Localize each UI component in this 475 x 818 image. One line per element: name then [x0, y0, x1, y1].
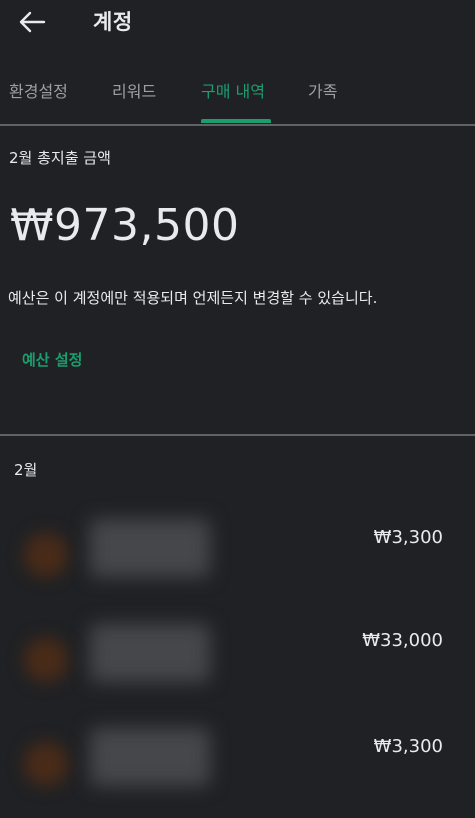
budget-note: 예산은 이 계정에만 적용되며 언제든지 변경할 수 있습니다.	[8, 289, 378, 307]
purchase-row[interactable]: ₩33,000	[0, 610, 475, 700]
top-app-bar: 계정	[0, 0, 475, 48]
purchase-month-label: 2월	[14, 461, 38, 479]
app-icon	[24, 742, 68, 786]
page-title: 계정	[93, 10, 133, 34]
redacted-item-name	[90, 624, 210, 682]
purchase-row[interactable]: ₩3,300	[0, 716, 475, 806]
monthly-spend-amount: ₩973,500	[10, 200, 240, 251]
arrow-back-icon[interactable]	[16, 8, 48, 36]
set-budget-button[interactable]: 예산 설정	[22, 349, 82, 370]
tab-purchase-history[interactable]: 구매 내역	[201, 78, 265, 102]
tab-preferences[interactable]: 환경설정	[9, 78, 68, 102]
redacted-item-name	[90, 519, 210, 577]
purchase-price: ₩3,300	[373, 736, 443, 757]
purchase-price: ₩33,000	[362, 630, 443, 651]
purchase-row[interactable]: ₩3,300	[0, 505, 475, 595]
app-icon	[24, 638, 68, 682]
tab-family[interactable]: 가족	[308, 78, 337, 102]
tab-bar: 환경설정 리워드 구매 내역 가족	[0, 72, 475, 126]
purchase-price: ₩3,300	[373, 527, 443, 548]
app-icon	[24, 533, 68, 577]
tab-rewards[interactable]: 리워드	[112, 78, 156, 102]
tab-divider	[0, 124, 475, 126]
redacted-item-name	[90, 728, 210, 786]
active-tab-indicator	[201, 119, 271, 123]
monthly-spend-label: 2월 총지출 금액	[9, 149, 111, 167]
section-divider	[0, 434, 475, 436]
